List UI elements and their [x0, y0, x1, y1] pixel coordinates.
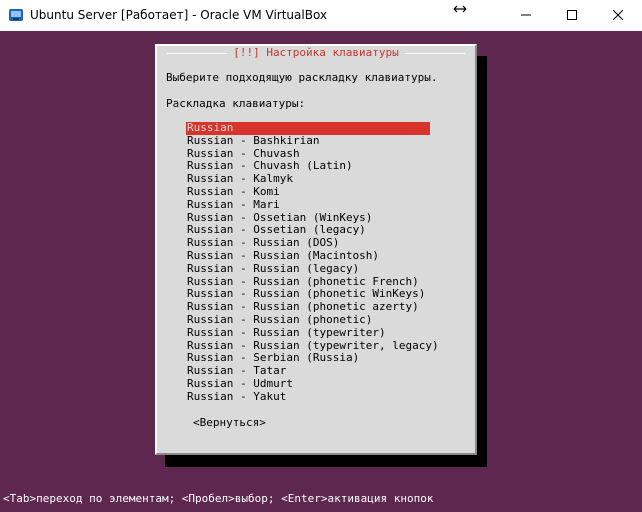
minimize-icon — [521, 14, 531, 16]
layout-list-item[interactable]: Russian - Russian (phonetic) — [186, 313, 430, 327]
virtualbox-icon — [8, 7, 24, 23]
minimize-button[interactable] — [503, 0, 549, 30]
dialog-prompt: Выберите подходящую раскладку клавиатуры… — [166, 71, 438, 84]
keyboard-layout-list[interactable]: Russian Russian - Bashkirian Russian - Chu… — [186, 121, 439, 404]
close-button[interactable] — [595, 0, 641, 30]
dialog-title: [!!] Настройка клавиатуры — [157, 46, 475, 60]
back-button[interactable]: <Вернуться> — [193, 416, 266, 429]
resize-arrows-icon — [453, 3, 467, 18]
keyboard-config-dialog: [!!] Настройка клавиатуры Выберите подхо… — [155, 44, 477, 455]
layout-list-item[interactable]: Russian - Russian (Macintosh) — [186, 249, 430, 263]
dialog-title-text: [!!] Настройка клавиатуры — [231, 46, 401, 59]
layout-list-item[interactable]: Russian - Komi — [186, 185, 430, 199]
layout-list-item[interactable]: Russian - Bashkirian — [186, 134, 430, 148]
maximize-icon — [567, 10, 577, 20]
layout-list-item[interactable]: Russian — [186, 121, 430, 135]
maximize-button[interactable] — [549, 0, 595, 30]
window-title-bar[interactable]: Ubuntu Server [Работает] - Oracle VM Vir… — [0, 0, 642, 32]
layout-list-item[interactable]: Russian - Udmurt — [186, 377, 430, 391]
close-icon — [613, 10, 623, 20]
vm-screen[interactable]: [!!] Настройка клавиатуры Выберите подхо… — [0, 31, 642, 512]
layout-list-item[interactable]: Russian - Russian (typewriter) — [186, 326, 430, 340]
layout-list-item[interactable]: Russian - Yakut — [186, 390, 430, 404]
status-bar-hint: <Tab>переход по элементам; <Пробел>выбор… — [3, 492, 434, 505]
layout-list-item[interactable]: Russian - Mari — [186, 198, 430, 212]
window-title: Ubuntu Server [Работает] - Oracle VM Vir… — [30, 8, 328, 22]
layout-field-label: Раскладка клавиатуры: — [166, 97, 306, 110]
layout-list-item[interactable]: Russian - Russian (legacy) — [186, 262, 430, 276]
